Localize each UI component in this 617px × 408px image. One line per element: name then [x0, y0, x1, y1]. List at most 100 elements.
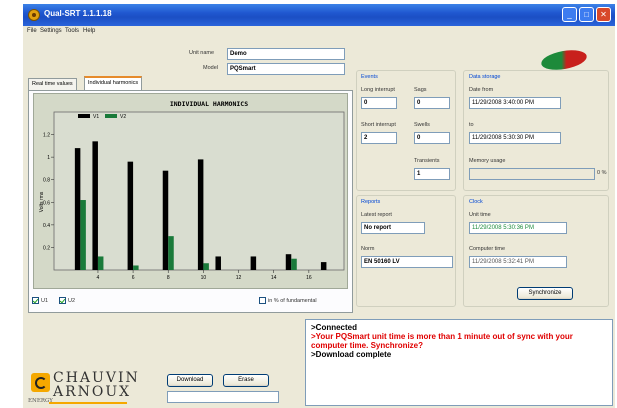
long-interrupt-field: 0	[361, 97, 397, 109]
tab-individual-harmonics[interactable]: Individual harmonics	[84, 76, 143, 90]
bar-v1-h11	[215, 256, 221, 270]
bar-v2-h8	[168, 236, 174, 270]
chauvin-arnoux-logo-icon	[31, 373, 50, 392]
menu-bar: File Settings Tools Help	[23, 26, 615, 38]
maximize-button[interactable]: □	[579, 7, 594, 22]
legend-v1-swatch	[78, 114, 90, 118]
checkbox-v2[interactable]	[59, 297, 66, 304]
computer-time-field: 11/29/2008 5:32:41 PM	[469, 256, 567, 268]
window-title: Qual-SRT 1.1.1.18	[44, 9, 112, 18]
app-window: Qual-SRT 1.1.1.18 _ □ ✕ File Settings To…	[23, 4, 615, 408]
reports-title: Reports	[361, 199, 381, 205]
harmonics-chart: INDIVIDUAL HARMONICS V1 V2 Volts rms 1.2…	[33, 93, 348, 289]
unit-time-label: Unit time	[469, 212, 491, 218]
latest-report-label: Latest report	[361, 212, 392, 218]
y-tick-label: 0.6	[43, 200, 50, 206]
harmonics-chart-svg: INDIVIDUAL HARMONICS V1 V2 Volts rms 1.2…	[39, 100, 345, 281]
tab-real-time-values[interactable]: Real time values	[28, 78, 77, 90]
title-bar: Qual-SRT 1.1.1.18 _ □ ✕	[23, 4, 615, 26]
model-field: PQSmart	[227, 63, 345, 75]
close-button[interactable]: ✕	[596, 7, 611, 22]
sags-label: Sags	[414, 87, 427, 93]
y-tick-label: 0.8	[43, 178, 50, 184]
bar-v2-h15	[291, 258, 297, 270]
message-line: >Download complete	[311, 350, 392, 359]
menu-settings[interactable]: Settings	[40, 28, 62, 34]
swells-field: 0	[414, 132, 450, 144]
minimize-button[interactable]: _	[562, 7, 577, 22]
transients-label: Transients	[414, 158, 440, 164]
bar-v2-h6	[133, 265, 139, 270]
checkbox-v2-label: U2	[68, 298, 76, 304]
brand-underline	[49, 402, 127, 404]
menu-file[interactable]: File	[27, 28, 37, 34]
legend-v2-swatch	[105, 114, 117, 118]
computer-time-label: Computer time	[469, 246, 506, 252]
x-tick-label: 10	[201, 275, 207, 281]
date-to-label: to	[469, 122, 474, 128]
checkbox-fundamental-label: in % of fundamental	[268, 298, 317, 304]
pqsmart-logo	[539, 47, 589, 73]
model-label: Model	[203, 65, 218, 71]
y-tick-label: 0.2	[43, 245, 50, 251]
bar-v1-h6	[127, 161, 134, 270]
unit-time-field: 11/29/2008 5:30:36 PM	[469, 222, 567, 234]
date-from-label: Date from	[469, 87, 494, 93]
y-tick-label: 1.2	[43, 133, 50, 139]
download-button[interactable]: Download	[167, 374, 213, 387]
x-tick-label: 6	[132, 275, 135, 281]
message-log: >Connected >Your PQSmart unit time is mo…	[305, 319, 613, 406]
long-interrupt-label: Long interrupt	[361, 87, 395, 93]
bar-v2-h10	[203, 263, 209, 270]
bar-v1-h13	[250, 256, 257, 270]
x-tick-label: 14	[271, 275, 277, 281]
unit-name-label: Unit name	[189, 50, 215, 56]
checkbox-v1-label: U1	[41, 298, 49, 304]
checkbox-v1[interactable]	[32, 297, 39, 304]
bar-v1-h15	[285, 254, 292, 270]
erase-button[interactable]: Erase	[223, 374, 269, 387]
swells-label: Swells	[414, 122, 430, 128]
download-progress-bar	[167, 391, 279, 403]
bar-v1-h10	[197, 159, 204, 270]
legend-v2-label: V2	[120, 114, 126, 120]
x-tick-label: 12	[236, 275, 242, 281]
norm-label: Norm	[361, 246, 375, 252]
x-tick-label: 4	[97, 275, 100, 281]
sags-field: 0	[414, 97, 450, 109]
events-title: Events	[361, 74, 378, 80]
memory-usage-bar	[469, 168, 595, 180]
clock-title: Clock	[469, 199, 483, 205]
memory-usage-label: Memory usage	[469, 158, 506, 164]
menu-tools[interactable]: Tools	[65, 28, 79, 34]
y-tick-label: 0.4	[43, 223, 50, 229]
unit-name-field[interactable]: Demo	[227, 48, 345, 60]
short-interrupt-field: 2	[361, 132, 397, 144]
bar-v1-h4	[92, 141, 98, 270]
transients-field: 1	[414, 168, 450, 180]
bar-v1-h17	[320, 262, 327, 270]
chart-title: INDIVIDUAL HARMONICS	[170, 100, 248, 108]
brand-line2: ARNOUX	[53, 384, 132, 400]
app-icon	[28, 9, 40, 21]
bar-v1-h8	[162, 170, 169, 270]
x-tick-label: 8	[167, 275, 170, 281]
message-line: >Connected	[311, 323, 358, 332]
message-line: >Your PQSmart unit time is more than 1 m…	[311, 332, 573, 350]
data-storage-title: Data storage	[469, 74, 501, 80]
x-tick-label: 16	[306, 275, 312, 281]
latest-report-field: No report	[361, 222, 425, 234]
date-to-field: 11/29/2008 5:30:30 PM	[469, 132, 561, 144]
bar-v2-h4	[97, 256, 104, 270]
checkbox-fundamental[interactable]	[259, 297, 266, 304]
bar-v1-h3	[74, 148, 81, 270]
legend-v1-label: V1	[93, 114, 99, 120]
menu-help[interactable]: Help	[83, 28, 95, 34]
norm-field[interactable]: EN 50160 LV	[361, 256, 453, 268]
memory-usage-percent: 0 %	[597, 170, 607, 176]
bar-v2-h3	[80, 200, 86, 270]
synchronize-button[interactable]: Synchronize	[517, 287, 573, 300]
y-tick-label: 1	[47, 155, 50, 161]
short-interrupt-label: Short interrupt	[361, 122, 396, 128]
date-from-field: 11/29/2008 3:40:00 PM	[469, 97, 561, 109]
